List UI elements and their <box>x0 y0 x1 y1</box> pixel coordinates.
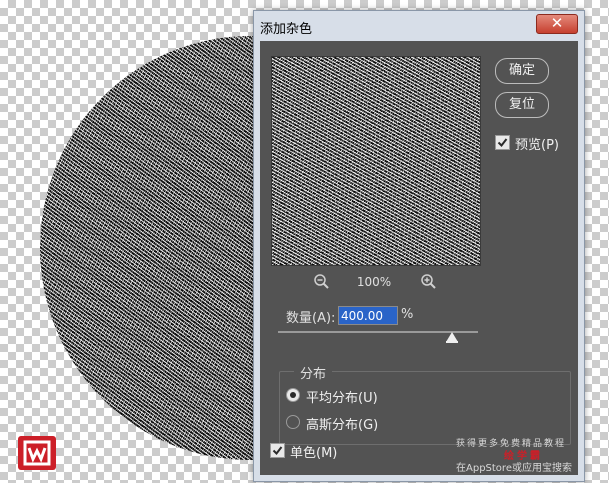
watermark-line3: 在AppStore或应用宝搜索 <box>456 463 572 474</box>
dialog-titlebar[interactable]: 添加杂色 ✕ <box>254 11 584 39</box>
radio-uniform-button[interactable] <box>286 388 300 402</box>
zoom-level: 100% <box>356 275 392 289</box>
add-noise-dialog: 添加杂色 ✕ 100% 确定 复位 预览(P) 数量(A): 400.00 % … <box>253 10 585 482</box>
radio-uniform-label: 平均分布(U) <box>306 391 378 406</box>
checkmark-icon <box>272 446 283 456</box>
dialog-client-area: 100% 确定 复位 预览(P) 数量(A): % <box>260 41 578 475</box>
distribution-group <box>279 371 571 445</box>
checkmark-icon <box>497 138 508 148</box>
amount-slider-thumb-base <box>446 341 458 343</box>
noise-preview[interactable] <box>271 56 481 266</box>
monochromatic-label: 单色(M) <box>290 446 338 461</box>
close-button[interactable]: ✕ <box>536 14 578 34</box>
dialog-title: 添加杂色 <box>260 22 313 37</box>
watermark: 获得更多免费精品教程 绘学霸 在AppStore或应用宝搜索 <box>456 436 606 480</box>
monochromatic-checkbox[interactable] <box>270 443 285 458</box>
ok-button[interactable]: 确定 <box>495 58 549 84</box>
zoom-controls: 100% <box>271 273 479 293</box>
zoom-in-icon[interactable] <box>420 273 438 291</box>
reset-button[interactable]: 复位 <box>495 92 549 118</box>
distribution-legend: 分布 <box>294 363 333 382</box>
preview-checkbox[interactable] <box>495 135 510 150</box>
logo-icon <box>18 436 56 470</box>
preview-label: 预览(P) <box>515 138 559 153</box>
amount-input[interactable] <box>338 306 398 325</box>
zoom-out-icon[interactable] <box>313 273 331 291</box>
amount-label: 数量(A): <box>286 311 336 326</box>
amount-unit: % <box>401 307 414 322</box>
radio-gaussian-label: 高斯分布(G) <box>306 418 379 433</box>
radio-gaussian-button[interactable] <box>286 415 300 429</box>
close-icon: ✕ <box>550 14 564 32</box>
